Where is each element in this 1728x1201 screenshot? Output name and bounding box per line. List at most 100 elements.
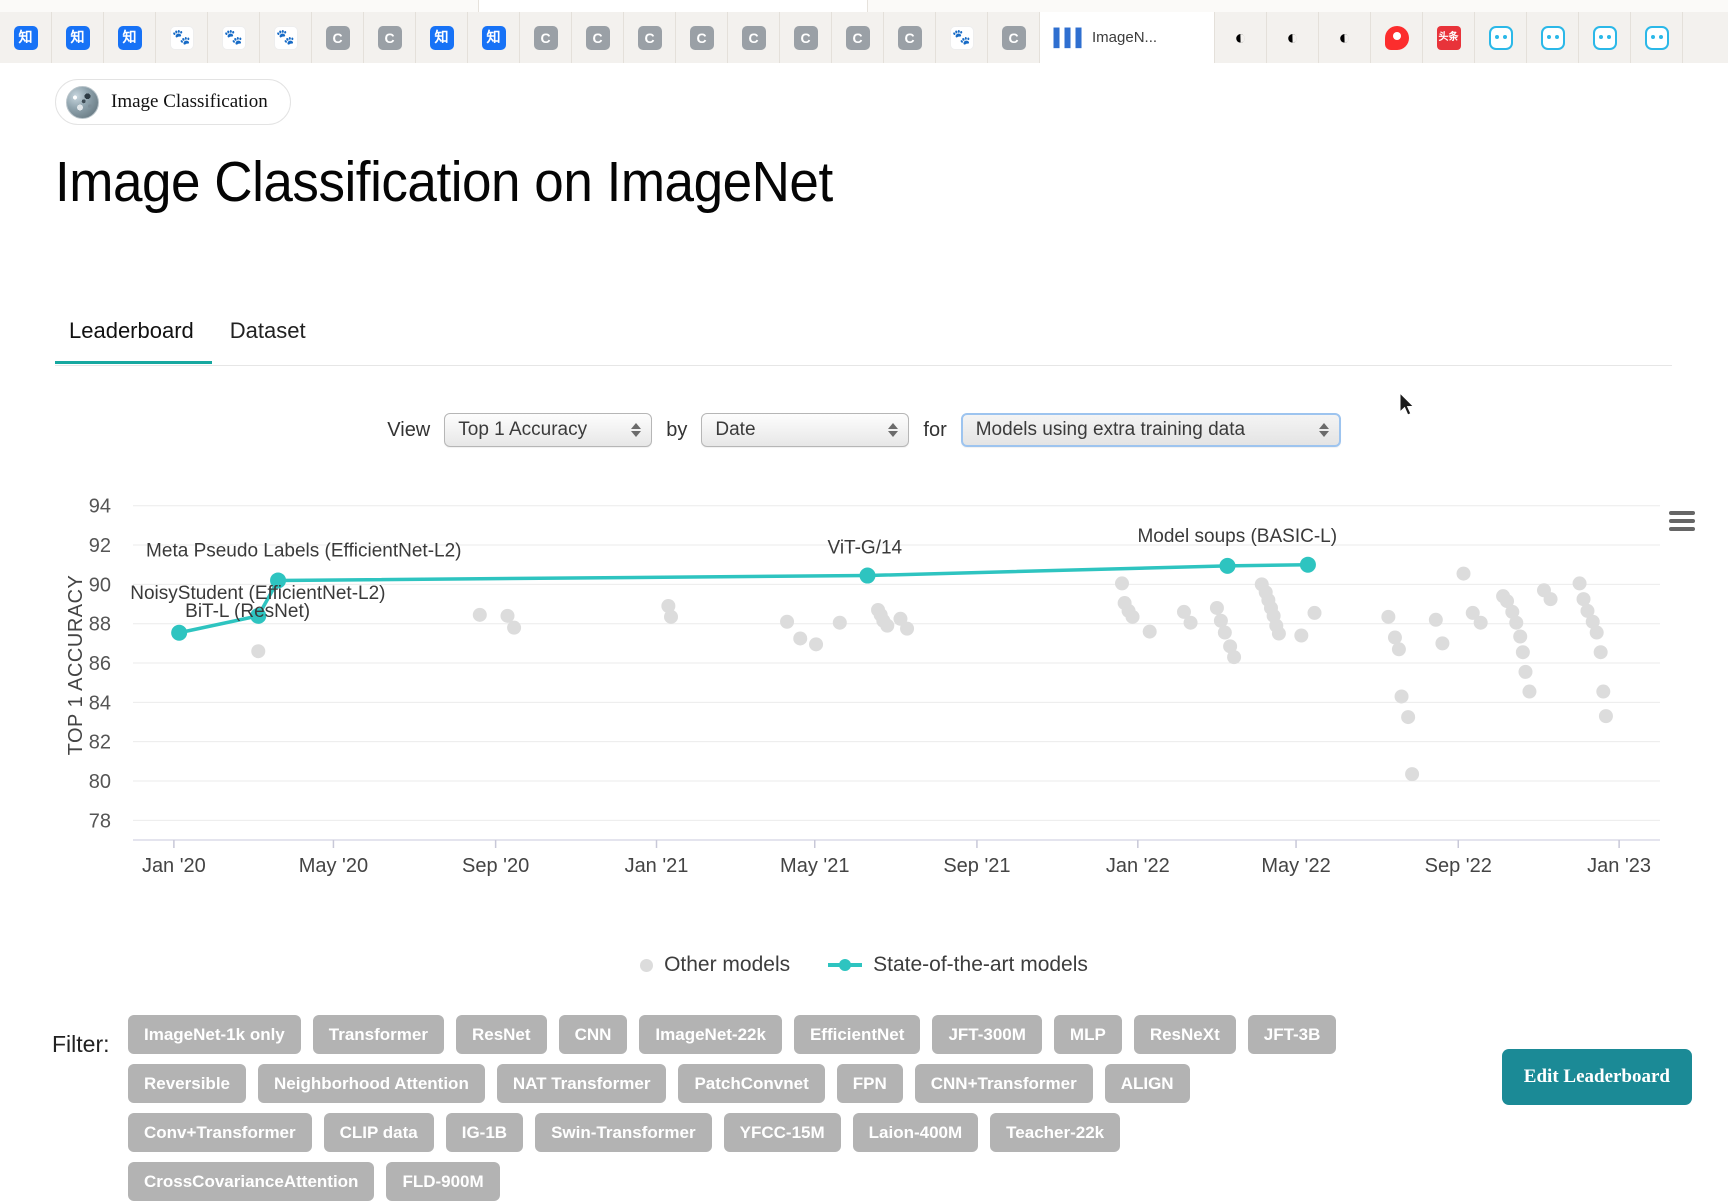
scatter-point[interactable] (1227, 650, 1242, 665)
browser-tab[interactable]: ◐ (1215, 12, 1267, 63)
axis-select[interactable]: Date (701, 413, 910, 447)
filter-chip[interactable]: YFCC-15M (723, 1113, 841, 1152)
browser-tab[interactable]: C (728, 12, 780, 63)
filter-chip[interactable]: JFT-3B (1247, 1015, 1337, 1054)
browser-tab[interactable]: 知 (0, 12, 52, 63)
browser-tab[interactable]: C (988, 12, 1040, 63)
browser-tab[interactable] (1631, 12, 1683, 63)
browser-tab[interactable] (1475, 12, 1527, 63)
filter-chip[interactable]: NAT Transformer (496, 1064, 667, 1103)
filter-chip[interactable]: FPN (836, 1064, 903, 1103)
filter-chip[interactable]: FLD-900M (386, 1162, 500, 1201)
browser-tab[interactable]: 知 (104, 12, 156, 63)
browser-tab[interactable]: 知 (468, 12, 520, 63)
scatter-point[interactable] (1509, 615, 1524, 630)
browser-tab[interactable]: C (312, 12, 364, 63)
sota-point[interactable] (859, 567, 876, 584)
sota-point[interactable] (1219, 557, 1236, 574)
browser-tab[interactable] (1579, 12, 1631, 63)
filter-chip[interactable]: Laion-400M (852, 1113, 979, 1152)
tab-leaderboard[interactable]: Leaderboard (55, 318, 212, 364)
browser-tab[interactable]: C (364, 12, 416, 63)
filter-chip[interactable]: CNN+Transformer (914, 1064, 1093, 1103)
scatter-point[interactable] (1593, 645, 1608, 660)
scatter-point[interactable] (1515, 645, 1530, 660)
scatter-point[interactable] (1589, 625, 1604, 640)
scatter-point[interactable] (809, 637, 824, 652)
browser-tab[interactable]: C (520, 12, 572, 63)
legend-item[interactable]: State-of-the-art models (828, 953, 1088, 977)
breadcrumb[interactable]: Image Classification (55, 79, 291, 125)
filter-chip[interactable]: ImageNet-1k only (128, 1015, 301, 1054)
scatter-point[interactable] (780, 614, 795, 629)
scatter-point[interactable] (1435, 636, 1450, 651)
filter-chip[interactable]: Transformer (312, 1015, 444, 1054)
scatter-point[interactable] (1114, 576, 1129, 591)
scatter-point[interactable] (664, 609, 679, 624)
scatter-point[interactable] (1217, 625, 1232, 640)
scatter-point[interactable] (1294, 628, 1309, 643)
browser-tab[interactable]: 🐾 (156, 12, 208, 63)
filter-chip[interactable]: CNN (558, 1015, 628, 1054)
browser-tab[interactable]: 知 (52, 12, 104, 63)
scatter-point[interactable] (1391, 642, 1406, 657)
browser-tab[interactable]: 🐾 (208, 12, 260, 63)
scatter-point[interactable] (1513, 629, 1528, 644)
scatter-point[interactable] (880, 618, 895, 633)
scatter-point[interactable] (1572, 576, 1587, 591)
scatter-point[interactable] (1209, 600, 1224, 615)
scatter-point[interactable] (1183, 615, 1198, 630)
filter-chip[interactable]: ALIGN (1104, 1064, 1190, 1103)
page-tabs[interactable]: Leaderboard Dataset (55, 318, 1672, 366)
scatter-point[interactable] (1456, 566, 1471, 581)
filter-chip[interactable]: CLIP data (323, 1113, 434, 1152)
filter-chip[interactable]: Neighborhood Attention (258, 1064, 485, 1103)
filter-chip[interactable]: CrossCovarianceAttention (128, 1162, 375, 1201)
scatter-point[interactable] (900, 621, 915, 636)
filter-chip[interactable]: ImageNet-22k (639, 1015, 782, 1054)
filter-chip[interactable]: MLP (1053, 1015, 1122, 1054)
scatter-point[interactable] (507, 620, 522, 635)
scatter-point[interactable] (1142, 624, 1157, 639)
sota-point[interactable] (1299, 556, 1316, 573)
scatter-point[interactable] (500, 608, 515, 623)
browser-tab-active[interactable]: ▌▌▌ ImageN... (1040, 12, 1215, 63)
filter-chip[interactable]: ResNeXt (1133, 1015, 1236, 1054)
scatter-point[interactable] (1271, 626, 1286, 641)
scatter-point[interactable] (793, 631, 808, 646)
chart-legend[interactable]: Other models State-of-the-art models (0, 953, 1728, 977)
scatter-point[interactable] (1401, 710, 1416, 725)
model-filter-select[interactable]: Models using extra training data (960, 413, 1341, 447)
filter-chip[interactable]: ResNet (455, 1015, 547, 1054)
browser-tab[interactable]: ◐ (1267, 12, 1319, 63)
browser-tab[interactable]: C (780, 12, 832, 63)
scatter-point[interactable] (1522, 684, 1537, 699)
browser-tab-strip[interactable]: 知 知 知 🐾 🐾 🐾 C C 知 知 C C C C C C C C 🐾 C ▌▌▌ ImageN... ◐ ◐ ◐ 头条 (0, 12, 1728, 63)
tab-dataset[interactable]: Dataset (212, 318, 324, 361)
sota-point[interactable] (171, 624, 188, 641)
filter-chip[interactable]: IG-1B (445, 1113, 524, 1152)
scatter-point[interactable] (1307, 605, 1322, 620)
filter-chip[interactable]: Conv+Transformer (128, 1113, 312, 1152)
scatter-point[interactable] (1473, 615, 1488, 630)
browser-tab[interactable]: C (676, 12, 728, 63)
browser-tab[interactable]: ◐ (1319, 12, 1371, 63)
leaderboard-chart[interactable]: 78 80 82 84 86 88 90 92 94 Jan '20 May '20 Sep '20 J… (0, 478, 1728, 958)
scatter-point[interactable] (1394, 689, 1409, 704)
scatter-point[interactable] (1428, 612, 1443, 627)
filter-chip[interactable]: Teacher-22k (990, 1113, 1121, 1152)
metric-select[interactable]: Top 1 Accuracy (444, 413, 653, 447)
scatter-point[interactable] (832, 615, 847, 630)
browser-tab[interactable]: C (572, 12, 624, 63)
browser-tab[interactable]: 🐾 (936, 12, 988, 63)
scatter-point[interactable] (1381, 609, 1396, 624)
filter-chip-list[interactable]: ImageNet-1k only Transformer ResNet CNN Imag… (128, 1015, 1358, 1201)
browser-tab[interactable]: C (832, 12, 884, 63)
browser-tab[interactable]: 知 (416, 12, 468, 63)
scatter-point[interactable] (1405, 767, 1420, 782)
scatter-point[interactable] (1125, 609, 1140, 624)
filter-chip[interactable]: PatchConvnet (678, 1064, 825, 1103)
scatter-point[interactable] (1598, 709, 1613, 724)
scatter-point[interactable] (1518, 664, 1533, 679)
scatter-point[interactable] (1543, 592, 1558, 607)
